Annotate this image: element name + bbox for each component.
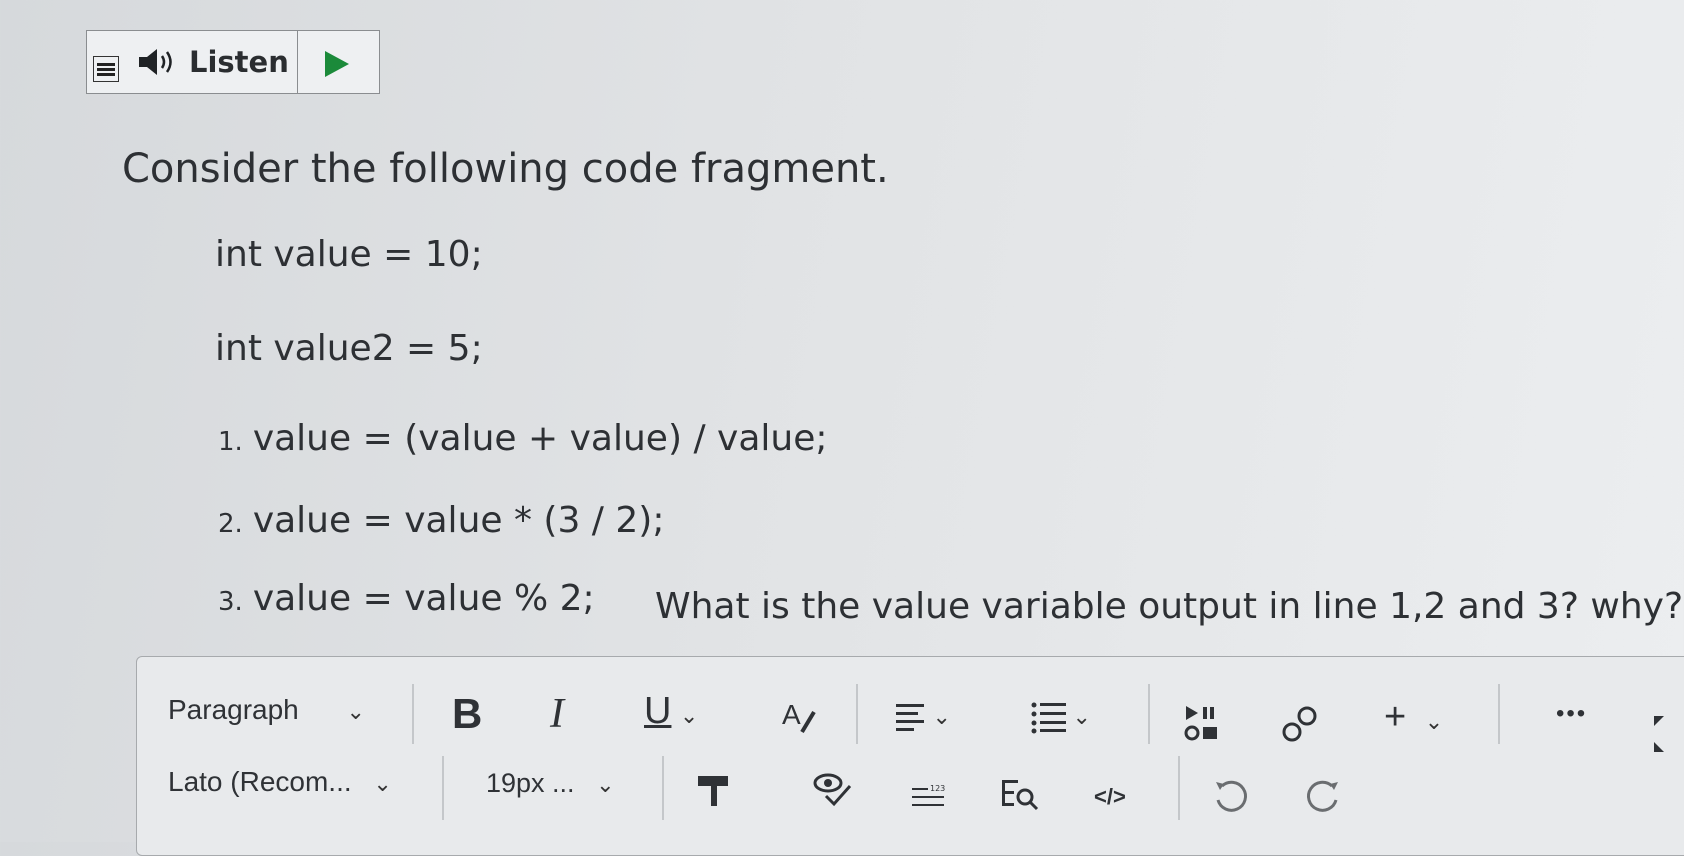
fullscreen-button[interactable]	[1652, 714, 1682, 759]
italic-button[interactable]: I	[550, 690, 564, 738]
toolbar-divider	[1498, 684, 1500, 744]
list-item: 3. value = value % 2;	[218, 578, 595, 619]
font-family-label: Lato (Recom...	[168, 766, 352, 797]
paint-roller-icon	[698, 776, 728, 806]
link-icon	[1282, 706, 1317, 742]
toolbar-divider	[412, 684, 414, 744]
question-intro: Consider the following code fragment.	[122, 146, 889, 192]
plus-icon: +	[1384, 696, 1407, 738]
undo-icon	[1216, 780, 1247, 812]
toolbar-divider	[662, 756, 664, 820]
word-count-icon: 123	[912, 784, 945, 806]
more-options-button[interactable]: •••	[1556, 700, 1587, 728]
listen-menu-icon[interactable]	[93, 56, 119, 82]
listen-widget: Listen	[86, 30, 380, 94]
chevron-down-icon: ⌄	[373, 771, 392, 796]
line-number: 3.	[218, 587, 243, 617]
align-left-icon	[896, 704, 924, 731]
chevron-down-icon: ⌄	[346, 699, 365, 724]
toolbar-divider	[1148, 684, 1150, 744]
media-icon	[1184, 706, 1217, 741]
block-format-label: Paragraph	[168, 694, 299, 725]
font-size-select[interactable]: 19px ... ⌄	[486, 768, 615, 799]
word-count-button[interactable]: 123	[910, 782, 946, 817]
find-icon	[1002, 780, 1039, 811]
chevron-down-icon: ⌄	[1424, 709, 1444, 734]
code-declaration-2: int value2 = 5;	[215, 328, 483, 369]
listen-button[interactable]: Listen	[135, 45, 289, 79]
underline-icon: U	[644, 690, 672, 732]
listen-label: Listen	[189, 45, 289, 79]
media-button[interactable]	[1184, 704, 1224, 749]
question-prompt: What is the value variable output in lin…	[655, 586, 1684, 627]
find-replace-button[interactable]	[1000, 776, 1040, 817]
format-painter-button[interactable]	[696, 774, 732, 813]
chevron-down-icon: ⌄	[596, 772, 615, 797]
bullet-list-icon	[1031, 702, 1066, 734]
speaker-icon	[139, 49, 172, 75]
toolbar-divider	[856, 684, 858, 744]
font-size-label: 19px ...	[486, 768, 575, 798]
redo-button[interactable]	[1304, 778, 1342, 821]
svg-text:A: A	[782, 699, 801, 730]
chevron-down-icon: ⌄	[1072, 704, 1091, 729]
line-text: value = (value + value) / value;	[252, 418, 828, 459]
chevron-down-icon: ⌄	[679, 703, 699, 728]
rich-text-editor	[136, 656, 1684, 856]
font-family-select[interactable]: Lato (Recom... ⌄	[168, 766, 392, 798]
svg-text:123: 123	[930, 784, 945, 793]
chevron-down-icon: ⌄	[932, 704, 951, 729]
listen-divider	[297, 31, 298, 93]
text-color-button[interactable]: A	[780, 698, 820, 743]
link-button[interactable]	[1280, 704, 1320, 749]
line-text: value = value % 2;	[252, 578, 595, 619]
accessibility-check-button[interactable]	[812, 772, 854, 813]
list-button[interactable]: ⌄	[1030, 700, 1091, 740]
toolbar-divider	[442, 756, 444, 820]
eye-check-icon	[813, 773, 852, 807]
text-color-icon: A	[782, 699, 816, 734]
redo-icon	[1307, 780, 1338, 812]
bold-button[interactable]: B	[452, 690, 482, 738]
line-number: 1.	[218, 427, 243, 457]
line-number: 2.	[218, 509, 243, 539]
code-icon: </>	[1094, 784, 1126, 809]
play-icon[interactable]	[325, 51, 349, 77]
align-button[interactable]: ⌄	[894, 700, 951, 740]
toolbar-divider	[1178, 756, 1180, 820]
source-code-button[interactable]: </>	[1094, 784, 1126, 810]
line-text: value = value * (3 / 2);	[252, 500, 665, 541]
block-format-select[interactable]: Paragraph ⌄	[168, 694, 365, 726]
list-item: 1. value = (value + value) / value;	[218, 418, 827, 459]
insert-button[interactable]: + ⌄	[1384, 696, 1443, 739]
undo-button[interactable]	[1212, 778, 1250, 821]
underline-button[interactable]: U ⌄	[644, 690, 698, 733]
list-item: 2. value = value * (3 / 2);	[218, 500, 664, 541]
expand-icon	[1654, 716, 1664, 752]
code-declaration-1: int value = 10;	[215, 234, 483, 275]
